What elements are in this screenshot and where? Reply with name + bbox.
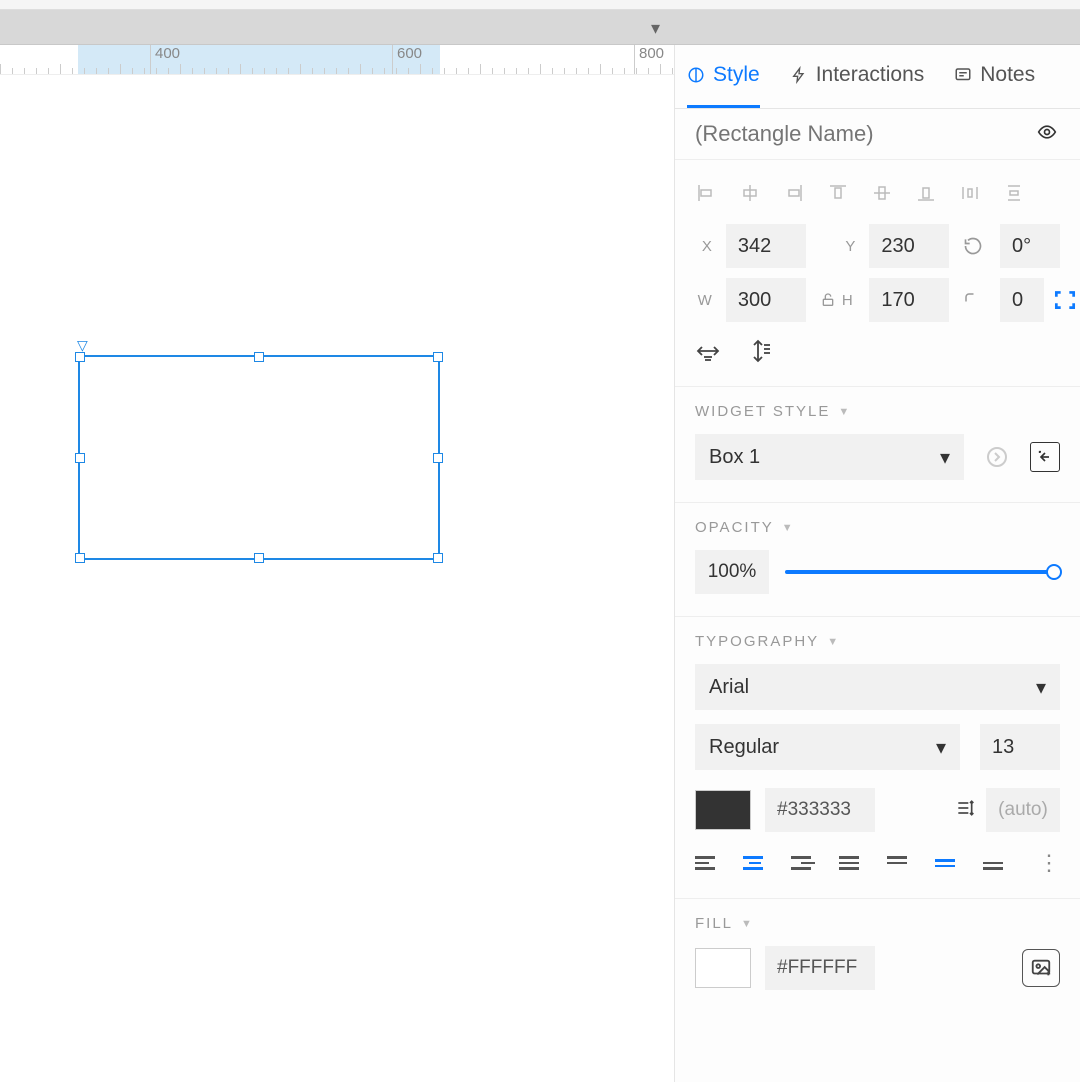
typography-header: TYPOGRAPHY bbox=[695, 633, 819, 650]
y-input[interactable] bbox=[869, 224, 949, 268]
x-label: X bbox=[695, 238, 712, 255]
collapse-icon[interactable]: ▼ bbox=[741, 918, 754, 930]
top-toolbar bbox=[0, 0, 1080, 10]
resize-handle-br[interactable] bbox=[433, 553, 443, 563]
slider-thumb[interactable] bbox=[1046, 564, 1062, 580]
line-height-value[interactable]: (auto) bbox=[986, 788, 1060, 832]
fill-header: FILL bbox=[695, 915, 733, 932]
resize-handle-ml[interactable] bbox=[75, 453, 85, 463]
radius-input[interactable] bbox=[1000, 278, 1044, 322]
text-valign-top-icon[interactable] bbox=[887, 851, 911, 875]
resize-handle-tc[interactable] bbox=[254, 352, 264, 362]
distribute-v-icon[interactable] bbox=[1003, 182, 1025, 204]
distribute-h-icon[interactable] bbox=[959, 182, 981, 204]
ribbon-strip: ▾ bbox=[0, 10, 1080, 45]
line-height-icon bbox=[954, 798, 976, 823]
h-label: H bbox=[842, 292, 853, 309]
lightning-icon bbox=[790, 66, 808, 84]
widget-name-input[interactable] bbox=[695, 121, 1034, 147]
widget-style-header: WIDGET STYLE bbox=[695, 403, 830, 420]
collapse-icon[interactable]: ▼ bbox=[827, 636, 840, 648]
chevron-down-icon: ▾ bbox=[940, 445, 950, 470]
text-color-hex-input[interactable] bbox=[765, 788, 875, 832]
align-middle-v-icon[interactable] bbox=[871, 182, 893, 204]
align-bottom-icon[interactable] bbox=[915, 182, 937, 204]
opacity-section: OPACITY ▼ 100% bbox=[675, 503, 1080, 617]
design-canvas[interactable]: ▽ bbox=[0, 75, 674, 1082]
opacity-value[interactable]: 100% bbox=[695, 550, 769, 594]
resize-handle-tr[interactable] bbox=[433, 352, 443, 362]
resize-handle-bl[interactable] bbox=[75, 553, 85, 563]
text-align-left-icon[interactable] bbox=[695, 851, 719, 875]
collapse-icon[interactable]: ▼ bbox=[782, 522, 795, 534]
typography-section: TYPOGRAPHY ▼ Arial ▾ Regular ▾ (auto) bbox=[675, 617, 1080, 899]
text-align-center-icon[interactable] bbox=[743, 851, 767, 875]
visibility-toggle-icon[interactable] bbox=[1034, 122, 1060, 147]
create-style-icon[interactable] bbox=[1030, 442, 1060, 472]
autofit-width-icon[interactable] bbox=[695, 338, 721, 364]
tab-notes[interactable]: Notes bbox=[954, 45, 1035, 108]
corner-radius-icon bbox=[963, 291, 986, 309]
font-size-input[interactable] bbox=[980, 724, 1060, 770]
widget-style-value: Box 1 bbox=[709, 446, 760, 469]
align-center-h-icon[interactable] bbox=[739, 182, 761, 204]
inspector-panel: Style Interactions Notes bbox=[674, 45, 1080, 1082]
ruler-mark: 400 bbox=[150, 45, 180, 75]
text-valign-middle-icon[interactable] bbox=[935, 851, 959, 875]
chevron-down-icon: ▾ bbox=[936, 735, 946, 760]
text-valign-bottom-icon[interactable] bbox=[983, 851, 1007, 875]
w-label: W bbox=[695, 292, 712, 309]
align-left-icon[interactable] bbox=[695, 182, 717, 204]
fill-color-swatch[interactable] bbox=[695, 948, 751, 988]
canvas-panel: 400 600 800 ▽ bbox=[0, 45, 674, 1082]
align-top-icon[interactable] bbox=[827, 182, 849, 204]
apply-style-icon[interactable] bbox=[982, 442, 1012, 472]
position-section: X Y W H bbox=[675, 160, 1080, 387]
fill-image-icon[interactable] bbox=[1022, 949, 1060, 987]
y-label: Y bbox=[820, 238, 856, 255]
text-color-swatch[interactable] bbox=[695, 790, 751, 830]
aspect-lock-icon[interactable] bbox=[820, 291, 836, 309]
tab-style-label: Style bbox=[713, 63, 760, 87]
style-icon bbox=[687, 66, 705, 84]
resize-handle-bc[interactable] bbox=[254, 553, 264, 563]
height-input[interactable] bbox=[869, 278, 949, 322]
slider-track bbox=[785, 570, 1060, 574]
selected-rectangle[interactable]: ▽ bbox=[78, 355, 440, 560]
tab-interactions-label: Interactions bbox=[816, 63, 925, 87]
opacity-slider[interactable] bbox=[785, 562, 1060, 582]
font-weight-value: Regular bbox=[709, 736, 779, 759]
horizontal-ruler[interactable]: 400 600 800 bbox=[0, 45, 674, 75]
fill-color-hex-input[interactable] bbox=[765, 946, 875, 990]
tab-notes-label: Notes bbox=[980, 63, 1035, 87]
typography-more-icon[interactable]: ⋮ bbox=[1038, 850, 1060, 876]
rotation-input[interactable] bbox=[1000, 224, 1060, 268]
text-align-right-icon[interactable] bbox=[791, 851, 815, 875]
font-family-select[interactable]: Arial ▾ bbox=[695, 664, 1060, 710]
resize-handle-tl[interactable] bbox=[75, 352, 85, 362]
font-weight-select[interactable]: Regular ▾ bbox=[695, 724, 960, 770]
tab-interactions[interactable]: Interactions bbox=[790, 45, 925, 108]
width-input[interactable] bbox=[726, 278, 806, 322]
align-right-icon[interactable] bbox=[783, 182, 805, 204]
collapse-icon[interactable]: ▼ bbox=[838, 406, 851, 418]
widget-style-section: WIDGET STYLE ▼ Box 1 ▾ bbox=[675, 387, 1080, 503]
widget-style-select[interactable]: Box 1 ▾ bbox=[695, 434, 964, 480]
font-family-value: Arial bbox=[709, 676, 749, 699]
resize-handle-mr[interactable] bbox=[433, 453, 443, 463]
rotation-icon bbox=[963, 236, 986, 256]
expand-corners-icon[interactable] bbox=[1052, 287, 1078, 313]
x-input[interactable] bbox=[726, 224, 806, 268]
autofit-height-icon[interactable] bbox=[749, 338, 775, 364]
tab-style[interactable]: Style bbox=[687, 45, 760, 108]
ribbon-dropdown-icon[interactable]: ▾ bbox=[651, 18, 660, 39]
inspector-tabs: Style Interactions Notes bbox=[675, 45, 1080, 109]
notes-icon bbox=[954, 66, 972, 84]
chevron-down-icon: ▾ bbox=[1036, 675, 1046, 700]
text-align-justify-icon[interactable] bbox=[839, 851, 863, 875]
fill-section: FILL ▼ bbox=[675, 899, 1080, 1012]
opacity-header: OPACITY bbox=[695, 519, 774, 536]
